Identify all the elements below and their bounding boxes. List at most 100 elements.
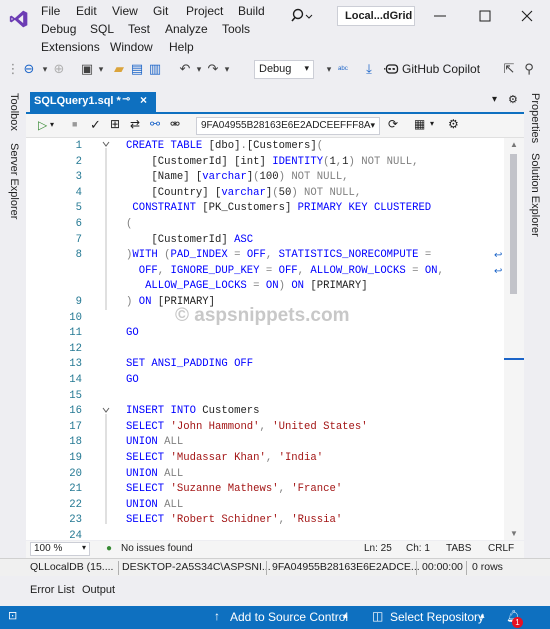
code-line[interactable]: SELECT 'John Hammond', 'United States' xyxy=(126,420,368,436)
menu-view[interactable]: View xyxy=(112,4,138,18)
menu-git[interactable]: Git xyxy=(153,4,168,18)
code-area[interactable]: CREATE TABLE [dbo].[Customers]( [Custome… xyxy=(96,138,504,540)
issues-status[interactable]: No issues found xyxy=(121,543,193,554)
query-options-icon[interactable]: ⚙ xyxy=(448,117,459,131)
code-line[interactable]: [Country] [varchar](50) NOT NULL, xyxy=(126,186,361,202)
code-line[interactable]: UNION ALL xyxy=(126,467,183,483)
code-line[interactable]: SELECT 'Robert Schidner', 'Russia' xyxy=(126,513,342,529)
line-endings[interactable]: CRLF xyxy=(488,543,514,554)
menu-window[interactable]: Window xyxy=(110,40,153,54)
select-repository-button[interactable]: Select Repository xyxy=(390,610,484,624)
tab-list-dropdown-icon[interactable]: ▾ xyxy=(492,94,497,105)
code-line[interactable]: CONSTRAINT [PK_Customers] PRIMARY KEY CL… xyxy=(126,201,431,217)
share-icon[interactable]: ⇱ xyxy=(500,60,518,78)
code-line[interactable]: )WITH (PAD_INDEX = OFF, STATISTICS_NOREC… xyxy=(126,248,431,264)
server-explorer-tab[interactable]: Server Explorer xyxy=(8,143,20,219)
save-icon[interactable]: ▤ xyxy=(128,60,146,78)
code-line[interactable]: GO xyxy=(126,373,139,389)
tab-sqlquery1[interactable]: SQLQuery1.sql * ⊸ × xyxy=(30,92,156,112)
code-line[interactable]: ( xyxy=(126,217,132,233)
menu-analyze[interactable]: Analyze xyxy=(165,22,208,36)
code-line[interactable]: UNION ALL xyxy=(126,435,183,451)
visual-studio-logo-icon[interactable] xyxy=(8,9,30,29)
char-indicator[interactable]: Ch: 1 xyxy=(406,543,430,554)
settings-icon[interactable]: ⚙ xyxy=(508,93,518,106)
disconnect-icon[interactable]: ⚮ xyxy=(170,117,180,131)
code-token: = xyxy=(412,264,425,277)
editor-vertical-scrollbar[interactable]: ▲ ▼ xyxy=(504,138,524,540)
maximize-icon[interactable] xyxy=(470,4,500,28)
menu-build[interactable]: Build xyxy=(238,4,265,18)
navigate-forward-icon[interactable]: ⊕ xyxy=(50,60,68,78)
code-line[interactable]: SET ANSI_PADDING OFF xyxy=(126,357,253,373)
save-all-icon[interactable]: ▥ xyxy=(146,60,164,78)
results-mode-icon[interactable]: ⟳ xyxy=(388,117,398,131)
code-token: , xyxy=(259,420,273,433)
tab-output[interactable]: Output xyxy=(82,584,115,596)
minimize-icon[interactable] xyxy=(425,4,455,28)
line-indicator[interactable]: Ln: 25 xyxy=(364,543,392,554)
solution-explorer-tab[interactable]: Solution Explorer xyxy=(529,153,541,237)
execute-dropdown-icon[interactable]: ▾ xyxy=(50,120,54,129)
code-token: UNION xyxy=(126,436,165,449)
github-copilot-button[interactable]: GitHub Copilot xyxy=(402,62,480,76)
close-icon[interactable] xyxy=(512,4,542,28)
results-to-grid-icon[interactable]: ▦ xyxy=(414,117,425,131)
tab-error-list[interactable]: Error List xyxy=(30,584,75,596)
code-line[interactable]: [CustomerId] ASC xyxy=(126,233,253,249)
code-line[interactable]: SELECT 'Mudassar Khan', 'India' xyxy=(126,451,323,467)
new-dropdown-icon[interactable]: ▾ xyxy=(92,60,110,78)
search-icon[interactable] xyxy=(288,6,314,26)
redo-dropdown-icon[interactable]: ▾ xyxy=(218,60,236,78)
outlining-margin xyxy=(102,141,110,524)
open-folder-icon[interactable]: ▰ xyxy=(110,60,128,78)
add-to-source-control-button[interactable]: Add to Source Control xyxy=(230,610,348,624)
code-line[interactable]: [CustomerId] [int] IDENTITY(1,1) NOT NUL… xyxy=(126,155,418,171)
database-connection-select[interactable]: 9FA04955B28163E6E2ADCEEFFF8A ▾ xyxy=(196,117,380,135)
scroll-up-icon[interactable]: ▲ xyxy=(510,140,518,149)
menu-tools[interactable]: Tools xyxy=(222,22,250,36)
results-dropdown-icon[interactable]: ▾ xyxy=(430,119,434,128)
menu-test[interactable]: Test xyxy=(128,22,150,36)
elapsed-time: 00:00:00 xyxy=(422,561,463,573)
pin-icon[interactable]: ⊸ xyxy=(122,94,130,105)
solution-title: Local...dGrid xyxy=(337,6,415,26)
menu-edit[interactable]: Edit xyxy=(76,4,97,18)
connect-icon[interactable]: ⚯ xyxy=(150,117,160,131)
menu-sql[interactable]: SQL xyxy=(90,22,114,36)
code-line[interactable]: CREATE TABLE [dbo].[Customers]( xyxy=(126,139,323,155)
code-line[interactable]: UNION ALL xyxy=(126,498,183,514)
menu-debug[interactable]: Debug xyxy=(41,22,76,36)
toolbox-tab[interactable]: Toolbox xyxy=(8,93,20,131)
code-token: = xyxy=(265,264,279,277)
properties-tab[interactable]: Properties xyxy=(529,93,541,143)
caret-position-marker xyxy=(504,358,524,360)
menu-help[interactable]: Help xyxy=(169,40,194,54)
code-line[interactable]: OFF, IGNORE_DUP_KEY = OFF, ALLOW_ROW_LOC… xyxy=(126,264,444,280)
tab-close-icon[interactable]: × xyxy=(140,93,147,107)
estimated-plan-icon[interactable]: ⊞ xyxy=(110,117,120,131)
scroll-down-icon[interactable]: ▼ xyxy=(510,529,518,538)
code-line[interactable]: ALLOW_PAGE_LOCKS = ON) ON [PRIMARY] xyxy=(126,279,368,295)
menu-project[interactable]: Project xyxy=(186,4,223,18)
parse-icon[interactable]: ✓ xyxy=(90,117,101,133)
scroll-thumb[interactable] xyxy=(510,154,517,294)
separator xyxy=(266,561,267,575)
code-line[interactable]: SELECT 'Suzanne Mathews', 'France' xyxy=(126,482,342,498)
solution-configuration-select[interactable]: Debug ▾ xyxy=(254,60,314,79)
code-line[interactable]: GO xyxy=(126,326,139,342)
spell-check-icon[interactable]: ᵃᵇᶜ xyxy=(334,60,352,78)
zoom-select[interactable]: 100 % ▾ xyxy=(30,542,90,556)
feedback-icon[interactable]: ⚲ xyxy=(520,60,538,78)
menu-extensions[interactable]: Extensions xyxy=(41,40,100,54)
code-line[interactable]: INSERT INTO Customers xyxy=(126,404,260,420)
attach-icon[interactable]: ⤓ xyxy=(360,60,378,78)
execute-icon[interactable]: ▷ xyxy=(38,118,47,132)
cancel-query-icon[interactable]: ■ xyxy=(72,119,77,129)
indent-mode[interactable]: TABS xyxy=(446,543,471,554)
line-number: 11 xyxy=(69,327,82,340)
code-line[interactable]: [Name] [varchar](100) NOT NULL, xyxy=(126,170,348,186)
code-token: PRIMARY KEY CLUSTERED xyxy=(297,202,432,215)
change-connection-icon[interactable]: ⇄ xyxy=(130,117,140,131)
menu-file[interactable]: File xyxy=(41,4,60,18)
